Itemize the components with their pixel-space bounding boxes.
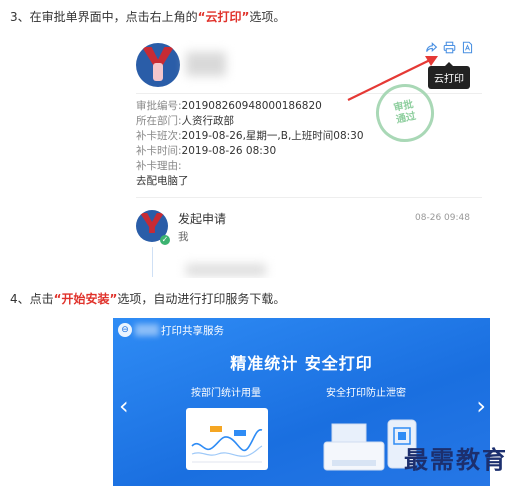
feature-usage-stats: 按部门统计用量 [191, 388, 261, 399]
field-label: 补卡时间: [136, 145, 182, 157]
pdf-icon[interactable] [460, 40, 474, 54]
field-label: 补卡理由: [136, 160, 182, 172]
step-3-instruction: 3、在审批单界面中，点击右上角的“云打印”选项。 [10, 8, 285, 25]
approved-stamp: 审批 通过 [370, 78, 440, 148]
field-label: 补卡班次: [136, 130, 182, 142]
usage-chart-illustration [186, 408, 268, 470]
field-value: 2019-08-26,星期一,B,上班时间08:30 [181, 130, 364, 142]
share-icon[interactable] [424, 40, 438, 54]
approval-fields: 审批编号:201908260948000186820 所在部门:人资行政部 补卡… [136, 99, 364, 189]
step-3-suffix: 选项。 [249, 10, 286, 24]
approval-card: 云打印 审批编号:201908260948000186820 所在部门:人资行政… [126, 32, 482, 278]
card-actions [424, 40, 474, 54]
field-value: 201908260948000186820 [181, 100, 322, 112]
step-3-prefix: 3、在审批单界面中，点击右上角的 [10, 10, 198, 24]
field-approval-number: 审批编号:201908260948000186820 [136, 99, 364, 114]
field-label: 所在部门: [136, 115, 182, 127]
step-4-instruction: 4、点击“开始安装”选项，自动进行打印服务下载。 [10, 290, 285, 307]
check-icon: ✓ [160, 235, 170, 245]
cloud-print-tooltip: 云打印 [428, 62, 470, 89]
field-reason: 补卡理由: [136, 159, 364, 174]
redacted-text [186, 264, 266, 276]
step-4-prefix: 4、点击 [10, 292, 54, 306]
carousel-prev-button[interactable]: ‹ [119, 394, 129, 418]
field-department: 所在部门:人资行政部 [136, 114, 364, 129]
field-value: 人资行政部 [181, 115, 235, 127]
app-logo-icon: ⊖ [118, 323, 132, 337]
timeline-title: 发起申请 [178, 212, 227, 226]
field-value: 2019-08-26 08:30 [181, 145, 277, 157]
step-4-suffix: 选项，自动进行打印服务下载。 [117, 292, 286, 306]
step-4-highlight: “开始安装” [53, 292, 118, 306]
reason-value: 去配电脑了 [136, 175, 189, 187]
carousel-next-button[interactable]: › [476, 394, 486, 418]
timeline-time: 08-26 09:48 [415, 213, 470, 223]
app-name-redacted [135, 324, 159, 336]
applicant-name-redacted [186, 52, 226, 76]
field-label: 审批编号: [136, 100, 182, 112]
field-shift: 补卡班次:2019-08-26,星期一,B,上班时间08:30 [136, 129, 364, 144]
divider [136, 197, 482, 198]
timeline-line [152, 247, 153, 277]
watermark: 最需教育 [404, 445, 508, 474]
feature-secure-print: 安全打印防止泄密 [326, 388, 406, 399]
banner-headline: 精准统计 安全打印 [230, 354, 373, 373]
divider [136, 93, 482, 94]
applicant-avatar [136, 43, 180, 87]
stamp-line-2: 通过 [395, 110, 418, 126]
field-time: 补卡时间:2019-08-26 08:30 [136, 144, 364, 159]
timeline-subtitle: 我 [178, 231, 189, 243]
app-title: 打印共享服务 [161, 325, 224, 337]
step-3-highlight: “云打印” [197, 10, 250, 24]
print-icon[interactable] [442, 40, 456, 54]
